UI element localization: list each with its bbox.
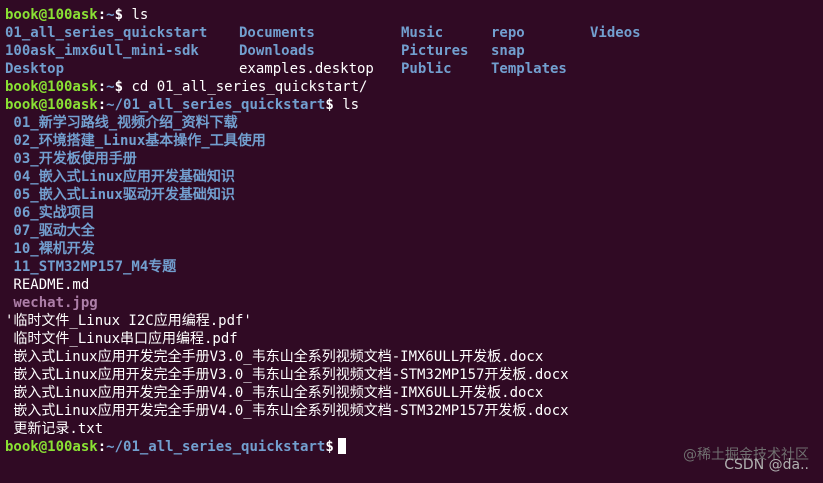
text-cursor[interactable] bbox=[337, 438, 346, 454]
ls-row: '临时文件_Linux I2C应用编程.pdf' bbox=[5, 312, 819, 330]
ls-row: 01_新学习路线_视频介绍_资料下载 bbox=[5, 114, 819, 132]
ls-row: 02_环境搭建_Linux基本操作_工具使用 bbox=[5, 132, 819, 150]
ls-row: 07_驱动大全 bbox=[5, 222, 819, 240]
ls-entry: 嵌入式Linux应用开发完全手册V3.0_韦东山全系列视频文档-STM32MP1… bbox=[5, 367, 569, 383]
ls-entry: 01_新学习路线_视频介绍_资料下载 bbox=[5, 115, 238, 131]
quickstart-listing: 01_新学习路线_视频介绍_资料下载 02_环境搭建_Linux基本操作_工具使… bbox=[5, 114, 819, 438]
cwd: ~/01_all_series_quickstart bbox=[106, 439, 326, 455]
ls-entry: 10_裸机开发 bbox=[5, 241, 95, 257]
ls-entry: Videos bbox=[590, 25, 641, 41]
ls-row: 嵌入式Linux应用开发完全手册V4.0_韦东山全系列视频文档-IMX6ULL开… bbox=[5, 384, 819, 402]
ls-row: wechat.jpg bbox=[5, 294, 819, 312]
ls-row: 10_裸机开发 bbox=[5, 240, 819, 258]
ls-entry: 06_实战项目 bbox=[5, 205, 95, 221]
command-text: ls bbox=[131, 7, 149, 23]
ls-entry: examples.desktop bbox=[239, 61, 374, 77]
ls-entry: 04_嵌入式Linux应用开发基础知识 bbox=[5, 169, 235, 185]
ls-entry: 11_STM32MP157_M4专题 bbox=[5, 259, 177, 275]
ls-entry: 嵌入式Linux应用开发完全手册V3.0_韦东山全系列视频文档-IMX6ULL开… bbox=[5, 349, 544, 365]
ls-entry: Public bbox=[401, 61, 452, 77]
ls-row: 100ask_imx6ull_mini-sdk Downloads Pictures… bbox=[5, 42, 819, 60]
ls-entry: 更新记录.txt bbox=[5, 421, 104, 437]
cwd: ~ bbox=[106, 79, 115, 95]
ls-entry: '临时文件_Linux I2C应用编程.pdf' bbox=[5, 313, 252, 329]
cwd: ~ bbox=[106, 7, 115, 23]
ls-entry: 03_开发板使用手册 bbox=[5, 151, 137, 167]
command-text: cd 01_all_series_quickstart/ bbox=[131, 79, 368, 95]
ls-entry: wechat.jpg bbox=[5, 295, 98, 311]
ls-entry: 07_驱动大全 bbox=[5, 223, 95, 239]
command-text: ls bbox=[342, 97, 360, 113]
ls-entry: Templates bbox=[491, 61, 567, 77]
ls-row: Desktop examples.desktop Public Templates bbox=[5, 60, 819, 78]
terminal-output[interactable]: book@100ask:~$ ls 01_all_series_quicksta… bbox=[5, 6, 819, 456]
prompt-line: book@100ask:~$ cd 01_all_series_quicksta… bbox=[5, 79, 368, 95]
ls-entry: 临时文件_Linux串口应用编程.pdf bbox=[5, 331, 238, 347]
ls-entry: Documents bbox=[239, 25, 315, 41]
user-host: book@100ask bbox=[5, 7, 98, 23]
ls-entry: 100ask_imx6ull_mini-sdk bbox=[5, 43, 199, 59]
ls-entry: snap bbox=[491, 43, 525, 59]
prompt-line: book@100ask:~$ ls bbox=[5, 7, 149, 23]
ls-row: 03_开发板使用手册 bbox=[5, 150, 819, 168]
ls-row: 嵌入式Linux应用开发完全手册V4.0_韦东山全系列视频文档-STM32MP1… bbox=[5, 402, 819, 420]
ls-row: 嵌入式Linux应用开发完全手册V3.0_韦东山全系列视频文档-STM32MP1… bbox=[5, 366, 819, 384]
ls-row: 临时文件_Linux串口应用编程.pdf bbox=[5, 330, 819, 348]
ls-entry: 02_环境搭建_Linux基本操作_工具使用 bbox=[5, 133, 266, 149]
ls-entry: 05_嵌入式Linux驱动开发基础知识 bbox=[5, 187, 235, 203]
ls-entry: README.md bbox=[5, 277, 90, 293]
home-listing: 01_all_series_quickstart Documents Music re… bbox=[5, 24, 819, 78]
watermark-csdn: CSDN @da.. bbox=[724, 457, 809, 473]
ls-entry: 嵌入式Linux应用开发完全手册V4.0_韦东山全系列视频文档-IMX6ULL开… bbox=[5, 385, 544, 401]
ls-entry: Desktop bbox=[5, 61, 65, 77]
ls-row: 嵌入式Linux应用开发完全手册V3.0_韦东山全系列视频文档-IMX6ULL开… bbox=[5, 348, 819, 366]
user-host: book@100ask bbox=[5, 79, 98, 95]
ls-row: README.md bbox=[5, 276, 819, 294]
user-host: book@100ask bbox=[5, 97, 98, 113]
ls-entry: Music bbox=[401, 25, 444, 41]
ls-entry: Downloads bbox=[239, 43, 315, 59]
ls-row: 06_实战项目 bbox=[5, 204, 819, 222]
ls-row: 04_嵌入式Linux应用开发基础知识 bbox=[5, 168, 819, 186]
ls-entry: repo bbox=[491, 25, 525, 41]
ls-entry: 嵌入式Linux应用开发完全手册V4.0_韦东山全系列视频文档-STM32MP1… bbox=[5, 403, 569, 419]
ls-entry: 01_all_series_quickstart bbox=[5, 25, 208, 41]
ls-row: 01_all_series_quickstart Documents Music re… bbox=[5, 24, 819, 42]
ls-row: 更新记录.txt bbox=[5, 420, 819, 438]
ls-row: 11_STM32MP157_M4专题 bbox=[5, 258, 819, 276]
cwd: ~/01_all_series_quickstart bbox=[106, 97, 326, 113]
prompt-line: book@100ask:~/01_all_series_quickstart$ … bbox=[5, 97, 360, 113]
user-host: book@100ask bbox=[5, 439, 98, 455]
ls-row: 05_嵌入式Linux驱动开发基础知识 bbox=[5, 186, 819, 204]
ls-entry: Pictures bbox=[401, 43, 469, 59]
